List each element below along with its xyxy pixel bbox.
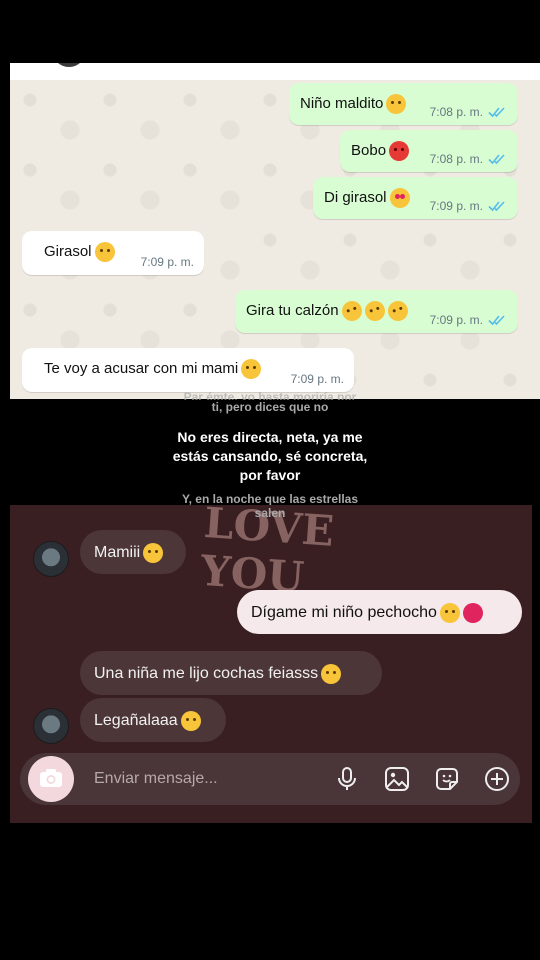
message-bubble-incoming[interactable]: Una niña me lijo cochas feiasss xyxy=(80,651,382,695)
message-composer: Enviar mensaje... xyxy=(20,753,520,805)
whatsapp-chat-screenshot: Niño maldito 7:08 p. m. Bobo 7:08 p. m. … xyxy=(10,63,540,399)
double-check-icon xyxy=(488,315,505,326)
angry-face-icon xyxy=(389,141,410,161)
lyric-next-line: Y, en la noche que las estrellas salen xyxy=(0,492,540,520)
lyric-current-line-b: estás cansando, sé concreta, xyxy=(172,448,368,464)
contact-avatar[interactable] xyxy=(52,63,86,67)
message-time: 7:09 p. m. xyxy=(140,255,194,269)
instagram-dm-screenshot: LOVE YOU Mamiii Dígame mi niño pechocho … xyxy=(10,505,532,823)
pleading-face-icon xyxy=(439,603,460,623)
rolling-laughing-icon xyxy=(338,298,365,324)
message-text: Niño maldito xyxy=(300,94,384,112)
add-icon[interactable] xyxy=(484,766,510,792)
message-text: Te voy a acusar con mi mami xyxy=(44,359,239,377)
avatar[interactable] xyxy=(33,541,69,577)
rolling-eyes-icon xyxy=(386,94,407,114)
message-text: Di girasol xyxy=(324,188,387,206)
unamused-face-icon xyxy=(241,359,262,379)
lyric-current-line-c: por favor xyxy=(239,467,301,483)
loudly-crying-face-icon xyxy=(143,543,164,563)
message-text: Mamiii xyxy=(94,544,141,562)
rolling-laughing-icon xyxy=(361,298,388,324)
lyric-current-line-a: No eres directa, neta, ya me xyxy=(177,429,363,445)
camera-button[interactable] xyxy=(28,756,74,802)
lyric-previous-line-a: Par émte, yo hasta moriría por xyxy=(183,390,357,400)
message-bubble-outgoing[interactable]: Dígame mi niño pechocho xyxy=(237,590,522,634)
message-input[interactable]: Enviar mensaje... xyxy=(94,770,218,788)
message-bubble-incoming[interactable]: Mamiii xyxy=(80,530,186,574)
message-time: 7:09 p. m. xyxy=(429,199,483,213)
rolling-laughing-icon xyxy=(384,298,411,324)
sticker-icon[interactable] xyxy=(434,766,460,792)
gallery-icon[interactable] xyxy=(384,766,410,792)
lyric-previous-line: Par émte, yo hasta moriría por ti, pero … xyxy=(0,390,540,414)
message-bubble-incoming[interactable]: Te voy a acusar con mi mami 7:09 p. m. xyxy=(22,348,354,392)
message-time: 7:09 p. m. xyxy=(429,313,483,327)
message-text: Una niña me lijo cochas feiasss xyxy=(94,665,319,683)
disappointed-face-icon xyxy=(321,664,342,684)
message-text: Gira tu calzón xyxy=(246,301,339,319)
pink-heart-icon xyxy=(462,603,483,623)
chat-header-strip xyxy=(10,63,540,80)
double-check-icon xyxy=(488,154,505,165)
smiling-face-with-hearts-icon xyxy=(389,188,410,208)
message-bubble-incoming[interactable]: Girasol 7:09 p. m. xyxy=(22,231,204,275)
message-time: 7:08 p. m. xyxy=(429,152,483,166)
disappointed-face-icon xyxy=(94,242,115,262)
camera-icon xyxy=(40,769,62,787)
lyric-previous-line-b: ti, pero dices que no xyxy=(211,400,329,414)
message-bubble-incoming[interactable]: Legañalaaa xyxy=(80,698,226,742)
avatar[interactable] xyxy=(33,708,69,744)
message-bubble-outgoing[interactable]: Bobo 7:08 p. m. xyxy=(340,130,518,172)
lyric-next-line-a: Y, en la noche que las estrellas xyxy=(181,492,359,506)
microphone-icon[interactable] xyxy=(334,766,360,792)
message-bubble-outgoing[interactable]: Niño maldito 7:08 p. m. xyxy=(289,83,518,125)
lyric-next-line-b: salen xyxy=(254,506,286,520)
message-time: 7:09 p. m. xyxy=(290,372,344,386)
message-text: Legañalaaa xyxy=(94,712,178,730)
message-bubble-outgoing[interactable]: Di girasol 7:09 p. m. xyxy=(313,177,518,219)
double-check-icon xyxy=(488,107,505,118)
message-text: Girasol xyxy=(44,242,92,260)
slightly-frowning-face-icon xyxy=(180,711,201,731)
lyric-current-line: No eres directa, neta, ya me estás cansa… xyxy=(0,428,540,485)
message-text: Bobo xyxy=(351,141,387,159)
double-check-icon xyxy=(488,201,505,212)
message-time: 7:08 p. m. xyxy=(429,105,483,119)
love-you-artwork: LOVE YOU xyxy=(199,505,336,602)
message-text: Dígame mi niño pechocho xyxy=(251,604,437,622)
message-bubble-outgoing[interactable]: Gira tu calzón 7:09 p. m. xyxy=(235,290,518,333)
